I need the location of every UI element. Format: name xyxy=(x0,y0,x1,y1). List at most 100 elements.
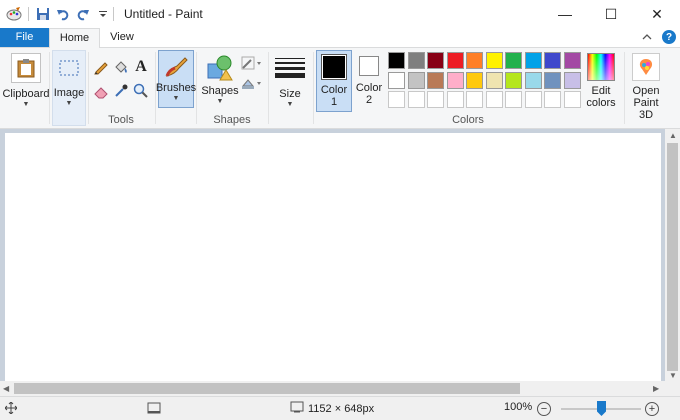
vertical-scrollbar[interactable]: ▲ ▼ xyxy=(665,129,680,383)
close-button[interactable]: ✕ xyxy=(634,0,680,28)
ribbon: Clipboard ▼ Image ▼ A Tools Brushes ▼ Sh… xyxy=(0,48,680,129)
vertical-scroll-thumb[interactable] xyxy=(667,143,678,371)
help-icon[interactable]: ? xyxy=(662,30,676,44)
minimize-button[interactable]: — xyxy=(542,0,588,28)
customize-qat-icon[interactable] xyxy=(95,6,111,22)
palette-swatch[interactable] xyxy=(485,91,503,108)
palette-swatch[interactable] xyxy=(544,52,561,69)
palette-swatch[interactable] xyxy=(446,52,464,69)
maximize-button[interactable]: ☐ xyxy=(588,0,634,28)
clipboard-button[interactable]: Clipboard ▼ xyxy=(2,50,50,108)
tab-file[interactable]: File xyxy=(0,28,49,47)
palette-swatch[interactable] xyxy=(407,52,425,69)
color2-button[interactable]: Color 2 xyxy=(354,50,384,106)
shapes-group-label: Shapes xyxy=(213,114,251,126)
palette-swatch[interactable] xyxy=(544,71,561,89)
edit-colors-button[interactable]: Edit colors xyxy=(584,50,618,109)
palette-swatch[interactable] xyxy=(563,71,581,89)
palette-swatch[interactable] xyxy=(427,52,444,69)
ribbon-tabs: File Home View ? xyxy=(0,28,680,48)
tab-view[interactable]: View xyxy=(99,28,145,47)
scroll-up-icon[interactable]: ▲ xyxy=(669,131,677,140)
palette-swatch[interactable] xyxy=(388,71,405,89)
brushes-button[interactable]: Brushes ▼ xyxy=(155,50,197,108)
outline-icon[interactable] xyxy=(241,54,263,72)
image-button[interactable]: Image ▼ xyxy=(52,50,86,126)
undo-icon[interactable] xyxy=(55,6,71,22)
color-picker-icon[interactable] xyxy=(112,82,130,100)
brushes-label: Brushes xyxy=(155,82,197,94)
image-dimensions: 1152 × 648px xyxy=(308,402,375,415)
color1-fill xyxy=(323,56,345,78)
color1-button[interactable]: Color 1 xyxy=(316,50,352,112)
palette-swatch[interactable] xyxy=(544,91,561,108)
shapes-label: Shapes xyxy=(201,85,239,97)
palette-swatch[interactable] xyxy=(388,52,405,69)
palette-swatch[interactable] xyxy=(524,91,542,108)
shapes-button[interactable]: Shapes ▼ xyxy=(201,50,239,105)
magnifier-icon[interactable] xyxy=(132,82,150,100)
open-paint3d-button[interactable]: Open Paint 3D xyxy=(627,50,665,121)
palette-swatch[interactable] xyxy=(466,71,483,89)
palette-swatch[interactable] xyxy=(524,71,542,89)
window-title: Untitled - Paint xyxy=(124,7,203,21)
text-tool-icon[interactable]: A xyxy=(132,58,150,76)
chevron-down-icon: ▼ xyxy=(22,101,30,108)
palette-swatch[interactable] xyxy=(427,71,444,89)
palette-swatch[interactable] xyxy=(524,52,542,69)
line-size-icon xyxy=(275,53,305,83)
save-icon[interactable] xyxy=(35,6,51,22)
scroll-left-icon[interactable]: ◀ xyxy=(3,384,9,393)
drawing-canvas[interactable] xyxy=(5,133,661,381)
selection-size-icon xyxy=(147,402,161,414)
palette-swatch[interactable] xyxy=(407,71,425,89)
workspace xyxy=(0,129,665,381)
zoom-slider-thumb[interactable] xyxy=(597,401,606,416)
palette-swatch[interactable] xyxy=(563,52,581,69)
palette-swatch[interactable] xyxy=(388,91,405,108)
paint-app-icon[interactable] xyxy=(6,6,22,22)
chevron-down-icon: ▼ xyxy=(286,101,294,108)
palette-swatch[interactable] xyxy=(407,91,425,108)
palette-swatch[interactable] xyxy=(563,91,581,108)
chevron-down-icon: ▼ xyxy=(172,95,180,102)
scrollbar-corner xyxy=(665,383,680,396)
image-label: Image xyxy=(53,87,85,99)
scroll-right-icon[interactable]: ▶ xyxy=(653,384,659,393)
scroll-down-icon[interactable]: ▼ xyxy=(669,371,677,380)
tab-home[interactable]: Home xyxy=(49,28,100,48)
colors-group-label: Colors xyxy=(452,114,484,126)
palette-swatch[interactable] xyxy=(505,52,522,69)
palette-swatch[interactable] xyxy=(427,91,444,108)
palette-swatch[interactable] xyxy=(446,91,464,108)
horizontal-scroll-thumb[interactable] xyxy=(14,383,520,394)
palette-swatch[interactable] xyxy=(446,71,464,89)
color1-number: 1 xyxy=(330,96,338,108)
palette-swatch[interactable] xyxy=(485,71,503,89)
fill-icon[interactable] xyxy=(241,74,263,92)
palette-swatch[interactable] xyxy=(505,91,522,108)
paint3d-label-1: Open xyxy=(632,85,660,97)
shapes-group: Shapes ▼ Shapes xyxy=(197,48,267,128)
qat-separator xyxy=(28,7,29,21)
fill-bucket-icon[interactable] xyxy=(112,58,130,76)
status-bar: 1152 × 648px 100% − + xyxy=(0,396,680,420)
color2-number: 2 xyxy=(365,94,373,106)
horizontal-scrollbar[interactable]: ◀ ▶ xyxy=(0,381,665,396)
eraser-icon[interactable] xyxy=(92,82,110,100)
size-button[interactable]: Size ▼ xyxy=(272,50,308,108)
palette-swatch[interactable] xyxy=(485,52,503,69)
tools-group-label: Tools xyxy=(108,114,134,126)
quick-access-toolbar xyxy=(0,6,111,22)
zoom-in-button[interactable]: + xyxy=(645,402,659,416)
paint3d-label-2: Paint 3D xyxy=(633,97,659,121)
collapse-ribbon-icon[interactable] xyxy=(640,30,654,44)
palette-swatch[interactable] xyxy=(466,91,483,108)
palette-swatch[interactable] xyxy=(505,71,522,89)
palette-swatch[interactable] xyxy=(466,52,483,69)
redo-icon[interactable] xyxy=(75,6,91,22)
zoom-out-button[interactable]: − xyxy=(537,402,551,416)
color-spectrum-icon xyxy=(587,53,615,81)
pencil-icon[interactable] xyxy=(92,58,110,76)
window-controls: — ☐ ✕ xyxy=(542,0,680,28)
